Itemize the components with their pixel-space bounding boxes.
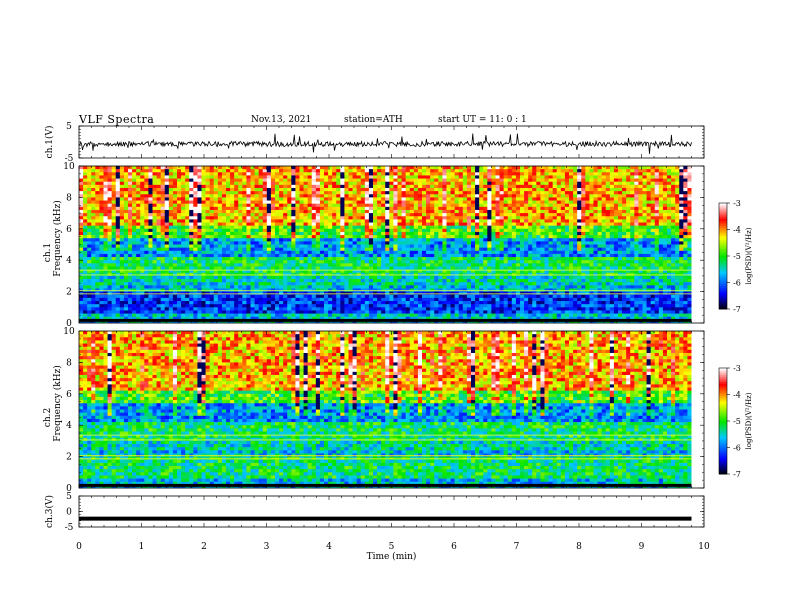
x-tick-label: 8 [576,542,582,552]
y-axis-label: ch.1(V) [44,126,55,159]
y-tick-label: 5 [66,122,72,132]
x-tick-label: 3 [264,542,270,552]
y-tick-label: 10 [63,162,75,172]
colorbar-tick-label: -5 [733,252,741,261]
panel-frame-ch3-waveform [78,495,705,528]
panel-frame-ch1-waveform [78,125,705,159]
y-tick-label: 8 [66,193,72,203]
x-tick-label: 5 [389,542,395,552]
emission-line [79,455,692,457]
panel-channel-label: ch.2 [43,408,53,427]
colorbar-label: log(PSD)(V²/Hz) [745,227,753,284]
x-tick-label: 9 [639,542,645,552]
colorbar-ch2-spectrogram [718,367,730,475]
colorbar-tick-label: -6 [733,279,741,288]
y-tick-label: 6 [66,390,72,400]
emission-line [79,439,692,441]
y-tick-label: 2 [66,288,72,298]
y-tick-label: 4 [66,256,72,266]
baseline-band [79,483,692,487]
x-tick-label: 1 [139,542,145,552]
emission-line [79,434,692,436]
y-tick-label: 2 [66,453,72,463]
colorbar-tick-label: -4 [733,391,741,400]
y-tick-label: 0 [66,508,72,518]
emission-line [79,269,692,271]
colorbar-tick-label: -5 [733,417,741,426]
emission-line [79,290,692,292]
y-axis-label: ch.3(V) [44,495,55,528]
x-tick-label: 10 [698,542,710,552]
x-axis-label: Time (min) [367,551,417,562]
colorbar-tick-label: -3 [733,364,741,373]
y-tick-label: 4 [66,421,72,431]
x-tick-label: 0 [76,542,82,552]
panel-channel-label: ch.1 [43,243,53,262]
spectrogram-ch2-spectrogram [79,331,704,489]
y-tick-label: -5 [65,523,74,533]
colorbar-tick-label: -3 [733,199,741,208]
emission-line [79,458,692,460]
x-tick-label: 2 [201,542,207,552]
y-axis-label: Frequency (kHz) [52,365,63,442]
colorbar-tick-label: -4 [733,226,741,235]
emission-line [79,274,692,276]
ch1-waveform-trace [78,133,692,154]
y-axis-label: Frequency (kHz) [52,200,63,277]
colorbar-ch1-spectrogram [718,202,730,310]
x-tick-label: 7 [514,542,520,552]
spectrogram-ch1-spectrogram [79,166,704,324]
colorbar-tick-label: -6 [733,444,741,453]
y-tick-label: 6 [66,225,72,235]
baseline-band [79,318,692,322]
colorbar-tick-label: -7 [733,305,741,314]
colorbar-tick-label: -7 [733,470,741,479]
x-tick-label: 6 [451,542,457,552]
colorbar-label: log(PSD)(V²/Hz) [745,392,753,449]
y-tick-label: 10 [63,327,75,337]
x-tick-label: 4 [326,542,332,552]
y-tick-label: 8 [66,358,72,368]
vlf-spectra-figure: 5-5ch.1(V)0246810ch.1 Frequency (kHz) -3-4… [43,122,753,562]
emission-line [79,293,692,295]
y-tick-label: 5 [66,492,72,502]
